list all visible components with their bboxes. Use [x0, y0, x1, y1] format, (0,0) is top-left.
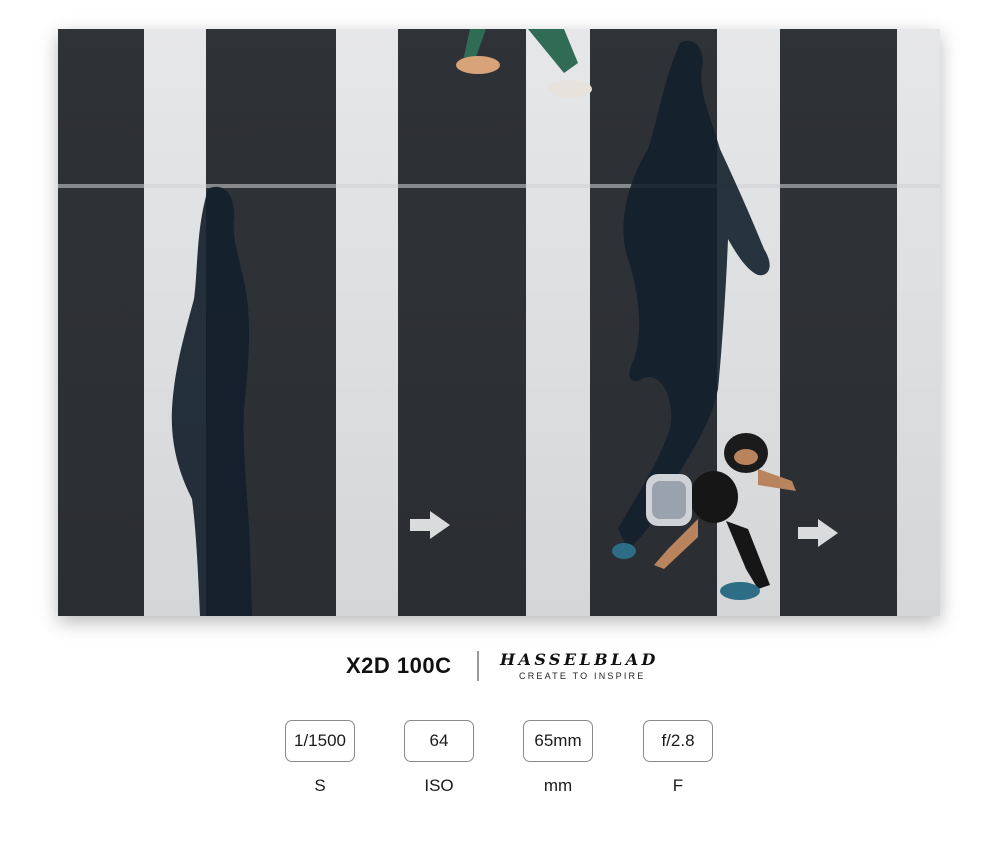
shutter-speed-setting: 1/1500 S: [283, 720, 357, 796]
iso-label: ISO: [424, 776, 454, 795]
aperture-value: f/2.8: [643, 720, 713, 762]
aperture-label: F: [672, 776, 684, 795]
iso-value: 64: [404, 720, 474, 762]
focal-length-setting: 65mm mm: [521, 720, 595, 796]
crosswalk-photo-image: [58, 29, 940, 616]
photo: [58, 29, 940, 616]
camera-branding: X2D 100C HASSELBLAD CREATE TO INSPIRE: [0, 648, 1000, 688]
focal-length-label: mm: [543, 776, 573, 795]
focal-length-value: 65mm: [523, 720, 593, 762]
exposure-settings: 1/1500 S 64 ISO 65mm mm f/2.8 F: [0, 720, 1000, 810]
hasselblad-logo: HASSELBLAD CREATE TO INSPIRE: [500, 650, 660, 681]
aperture-setting: f/2.8 F: [641, 720, 715, 796]
brand-name: HASSELBLAD: [500, 650, 659, 669]
iso-setting: 64 ISO: [402, 720, 476, 796]
shutter-speed-label: S: [314, 776, 326, 795]
brand-divider: [477, 651, 479, 681]
brand-tagline: CREATE TO INSPIRE: [519, 671, 646, 681]
shutter-speed-value: 1/1500: [285, 720, 355, 762]
camera-model: X2D 100C: [346, 653, 452, 678]
